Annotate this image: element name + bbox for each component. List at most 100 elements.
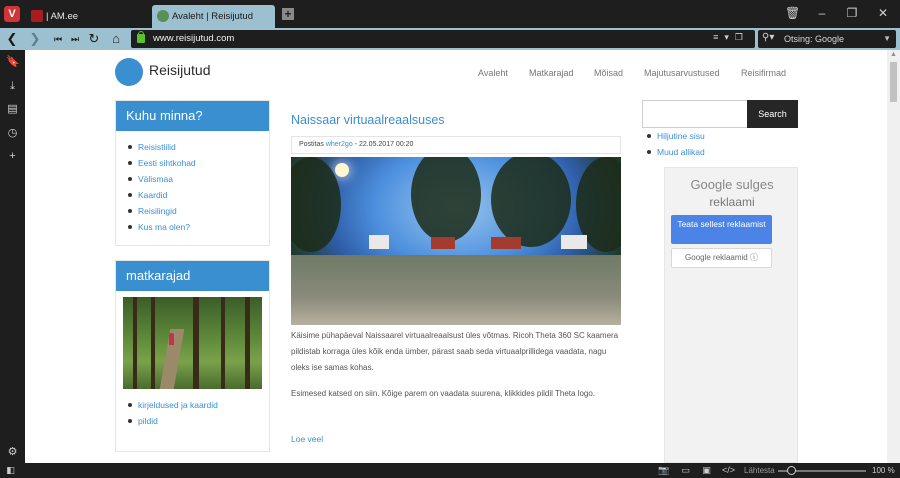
close-icon[interactable]: ✕ [876,6,890,20]
reisijutud-favicon-icon [157,10,169,22]
list-item[interactable]: Reisilingid [128,203,269,219]
panel-toggle-icon[interactable]: ◧ [5,465,16,475]
search-icon: ⚲▾ [762,32,775,43]
nav-avaleht[interactable]: Avaleht [478,68,508,78]
add-panel-icon[interactable]: + [6,150,19,163]
google-ads-button[interactable]: Google reklaamid ⓘ [671,248,772,268]
nav-matkarajad[interactable]: Matkarajad [529,68,574,78]
new-tab-icon[interactable]: + [282,8,294,20]
search-placeholder: Otsing: Google [784,34,845,44]
chevron-down-icon[interactable]: ▼ [883,30,891,48]
lock-icon [137,31,145,43]
url-field[interactable]: www.reisijutud.com ≡▾❐ [131,30,755,48]
tab-label: Avaleht | Reisijutud [172,11,253,22]
white-house [369,235,389,249]
minimize-icon[interactable]: – [815,6,829,20]
widget-list: kirjeldused ja kaardid pildid [116,389,269,437]
pine-tree [411,157,481,242]
search-engine-field[interactable]: ⚲▾ Otsing: Google ▼ [758,30,896,48]
tree-trunk [133,297,137,389]
ad-container: Google sulges reklaami Teata sellest rek… [664,167,798,463]
page-viewport: Reisijutud Avaleht Matkarajad Mõisad Maj… [25,50,887,463]
list-item[interactable]: Välismaa [128,171,269,187]
red-house [491,237,521,249]
list-item[interactable]: Hiljutine sisu [645,128,705,144]
ad-headline-suffix: sulges [735,177,774,192]
code-icon[interactable]: </> [722,465,735,475]
list-item[interactable]: Kaardid [128,187,269,203]
list-item[interactable]: Reisistiilid [128,139,269,155]
zoom-value: 100 % [872,466,895,475]
vivaldi-menu-icon[interactable]: V [4,6,20,22]
scroll-up-icon[interactable]: ▲ [887,51,900,61]
ad-headline: Google sulges [665,177,799,192]
forward-icon[interactable]: ❯ [27,31,43,47]
meta-prefix: Postitas [299,141,324,148]
list-item[interactable]: Eesti sihtkohad [128,155,269,171]
author-link[interactable]: wher2go [326,141,353,148]
camera-icon[interactable]: 📷 [658,465,669,475]
list-item[interactable]: Kus ma olen? [128,219,269,235]
settings-gear-icon[interactable]: ⚙ [6,446,19,459]
site-search-button[interactable]: Search [747,100,798,128]
list-item[interactable]: kirjeldused ja kaardid [128,397,269,413]
read-more-link[interactable]: Loe veel [291,434,323,444]
tab-am-ee[interactable]: | AM.ee [26,5,148,28]
url-text: www.reisijutud.com [153,33,235,44]
history-icon[interactable]: ◷ [6,127,19,140]
post-meta: Postitas wher2go - 22.05.2017 00:20 [291,136,621,154]
pine-tree [491,157,571,247]
red-house [431,237,455,249]
nav-moisad[interactable]: Mõisad [594,68,623,78]
site-logo-icon[interactable] [115,58,143,86]
white-house [561,235,587,249]
hiker-figure [169,333,174,345]
scrollbar[interactable]: ▲ [887,50,900,463]
zoom-slider-knob[interactable] [786,466,796,475]
post-paragraph: Esimesed katsed on siin. Kõige parem on … [291,389,596,398]
scroll-thumb[interactable] [890,62,897,102]
post-title[interactable]: Naissaar virtuaalreaalsuses [291,113,445,127]
google-brand: Google [690,177,733,192]
trash-icon[interactable]: 🗑 [785,6,800,20]
nav-reisifirmad[interactable]: Reisifirmad [741,68,786,78]
tree-trunk [193,297,199,389]
notes-icon[interactable]: ▤ [6,103,19,116]
rewind-icon[interactable]: ⏮ [50,31,66,47]
side-panel: 🔖 ⤓ ▤ ◷ + ⚙ [0,50,25,463]
downloads-icon[interactable]: ⤓ [6,80,19,93]
nav-majutusarvustused[interactable]: Majutusarvustused [644,68,720,78]
ad-subline: reklaami [709,195,755,209]
sidebar-links: Hiljutine sisu Muud allikad [645,128,705,160]
fast-forward-icon[interactable]: ⏭ [67,31,83,47]
tab-reisijutud[interactable]: Avaleht | Reisijutud [152,5,275,28]
widget-title: matkarajad [116,261,269,291]
home-icon[interactable]: ⌂ [108,31,124,47]
ground [291,255,621,325]
address-bar: ❮ ❯ ⏮ ⏭ ↻ ⌂ www.reisijutud.com ≡▾❐ ⚲▾ Ot… [0,28,900,50]
maximize-icon[interactable]: ❐ [845,6,859,20]
tab-label: | AM.ee [46,11,79,22]
site-search-input[interactable] [642,100,748,128]
url-tools-icon[interactable]: ≡▾❐ [713,32,749,43]
widget-list: Reisistiilid Eesti sihtkohad Välismaa Ka… [116,131,269,243]
zoom-reset-label[interactable]: Lähtesta [744,463,775,478]
bookmarks-icon[interactable]: 🔖 [6,56,20,69]
tile-icon[interactable]: ▭ [680,465,691,475]
back-icon[interactable]: ❮ [4,31,20,47]
tree-trunk [245,297,250,389]
list-item[interactable]: Muud allikad [645,144,705,160]
report-ad-button[interactable]: Teata sellest reklaamist [671,215,772,244]
reload-icon[interactable]: ↻ [86,31,102,47]
widget-matkarajad: matkarajad kirjeldused ja kaardid pildid [115,260,270,452]
image-icon[interactable]: ▣ [701,465,712,475]
sun-flare [335,163,349,177]
widget-title: Kuhu minna? [116,101,269,131]
status-bar: ◧ 📷 ▭ ▣ </> Lähtesta 100 % [0,463,900,478]
panorama-image[interactable] [291,157,621,325]
site-name[interactable]: Reisijutud [149,62,210,78]
forest-trail-photo[interactable] [123,297,262,389]
list-item[interactable]: pildid [128,413,269,429]
widget-kuhu-minna: Kuhu minna? Reisistiilid Eesti sihtkohad… [115,100,270,246]
tree-trunk [221,297,225,389]
